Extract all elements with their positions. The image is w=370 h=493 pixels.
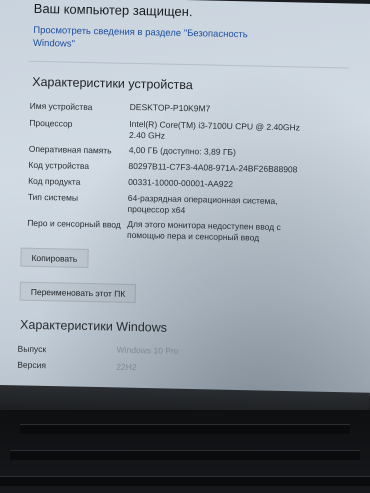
pen-touch-label: Перо и сенсорный ввод — [27, 217, 121, 230]
keyboard-row — [10, 450, 360, 460]
ram-value: 4,00 ГБ (доступно: 3,89 ГБ) — [128, 144, 237, 158]
security-status: Ваш компьютер защищен. — [33, 0, 193, 20]
device-name-label: Имя устройства — [29, 100, 93, 113]
section-divider — [28, 60, 349, 69]
edition-value: Windows 10 Pro — [116, 344, 179, 356]
device-id-value: 80297B11-C7F3-4A08-971A-24BF26B88908 — [128, 160, 298, 175]
version-label: Версия — [17, 359, 47, 371]
processor-value: Intel(R) Core(TM) i3-7100U CPU @ 2.40GHz… — [129, 118, 301, 141]
processor-label: Процессор — [29, 117, 73, 129]
security-details-link[interactable]: Просмотреть сведения в разделе "Безопасн… — [33, 24, 253, 55]
system-type-value: 64-разрядная операционная система, проце… — [127, 192, 278, 216]
version-value: 22H2 — [116, 361, 137, 373]
edition-label: Выпуск — [17, 343, 47, 355]
laptop-keyboard-deck — [0, 410, 370, 493]
pen-touch-value: Для этого монитора недоступен ввод с пом… — [126, 218, 281, 243]
device-specs-heading: Характеристики устройства — [32, 74, 193, 93]
keyboard-row — [0, 476, 370, 486]
system-type-label: Тип системы — [27, 191, 79, 203]
ram-label: Оперативная память — [28, 143, 112, 156]
product-id-label: Код продукта — [28, 175, 81, 187]
rename-pc-button[interactable]: Переименовать этот ПК — [19, 281, 137, 304]
photo-frame: Ваш компьютер защищен. Просмотреть сведе… — [0, 0, 370, 493]
device-name-value: DESKTOP-P10K9M7 — [129, 101, 211, 114]
about-settings-page: Ваш компьютер защищен. Просмотреть сведе… — [0, 0, 370, 396]
product-id-value: 00331-10000-00001-AA922 — [128, 176, 234, 190]
device-id-label: Код устройства — [28, 159, 90, 172]
keyboard-row — [20, 424, 350, 434]
windows-specs-heading: Характеристики Windows — [19, 317, 168, 335]
copy-button[interactable]: Копировать — [20, 247, 89, 269]
